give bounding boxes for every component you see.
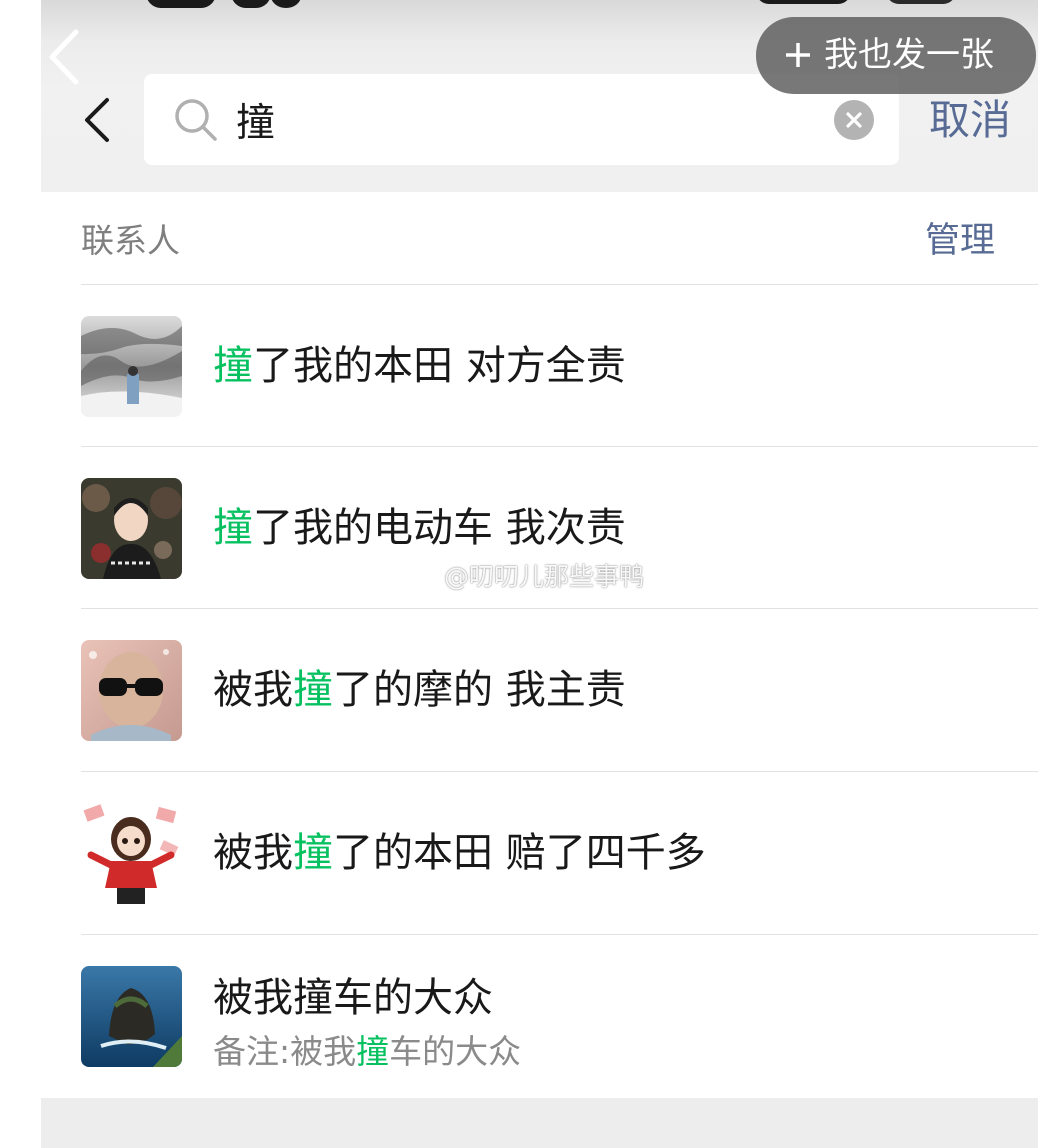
post-photo-label: 我也发一张 bbox=[824, 35, 994, 75]
search-screen: 取消 我也发一张 联系人 管理 bbox=[41, 0, 1038, 1148]
watermark-text: @叨叨儿那些事鸭 bbox=[444, 562, 645, 591]
cancel-button[interactable]: 取消 bbox=[929, 92, 1011, 148]
plus-icon bbox=[786, 43, 810, 67]
contact-name: 被我撞了的本田 赔了四千多 bbox=[213, 830, 706, 876]
avatar bbox=[81, 966, 182, 1067]
contact-name: 被我撞了的摩的 我主责 bbox=[213, 667, 626, 713]
contact-row[interactable]: 被我撞车的大众 备注:被我撞车的大众 bbox=[41, 935, 1038, 1097]
contact-remark: 备注:被我撞车的大众 bbox=[213, 1032, 522, 1071]
clear-search-button[interactable] bbox=[834, 100, 874, 140]
search-input[interactable] bbox=[236, 90, 796, 150]
status-bar-time bbox=[231, 0, 271, 8]
battery-icon bbox=[886, 0, 956, 4]
section-title: 联系人 bbox=[81, 221, 180, 260]
status-bar-icon bbox=[271, 0, 301, 8]
contact-row[interactable]: 撞了我的本田 对方全责 bbox=[41, 285, 1038, 447]
overlay-back-icon[interactable] bbox=[44, 26, 84, 88]
left-edge bbox=[0, 0, 41, 1148]
chevron-left-icon bbox=[85, 98, 109, 142]
back-button[interactable] bbox=[77, 90, 117, 150]
weibo-logo-icon bbox=[399, 564, 437, 592]
avatar bbox=[81, 478, 182, 579]
search-icon bbox=[175, 99, 217, 141]
avatar bbox=[81, 316, 182, 417]
contact-name: 被我撞车的大众 bbox=[213, 975, 493, 1021]
contact-name: 撞了我的电动车 我次责 bbox=[213, 505, 626, 551]
avatar bbox=[81, 640, 182, 741]
contact-row[interactable]: 被我撞了的本田 赔了四千多 bbox=[41, 772, 1038, 934]
right-edge bbox=[1038, 0, 1062, 1148]
avatar bbox=[81, 803, 182, 904]
status-bar-time bbox=[146, 0, 216, 8]
post-photo-button[interactable]: 我也发一张 bbox=[756, 17, 1036, 94]
close-icon bbox=[846, 112, 862, 128]
signal-icon bbox=[756, 0, 851, 4]
contact-name: 撞了我的本田 对方全责 bbox=[213, 343, 626, 389]
footer-area bbox=[41, 1098, 1038, 1148]
contact-row[interactable]: 被我撞了的摩的 我主责 bbox=[41, 609, 1038, 771]
search-header: 取消 我也发一张 bbox=[41, 0, 1038, 192]
manage-button[interactable]: 管理 bbox=[925, 218, 995, 264]
